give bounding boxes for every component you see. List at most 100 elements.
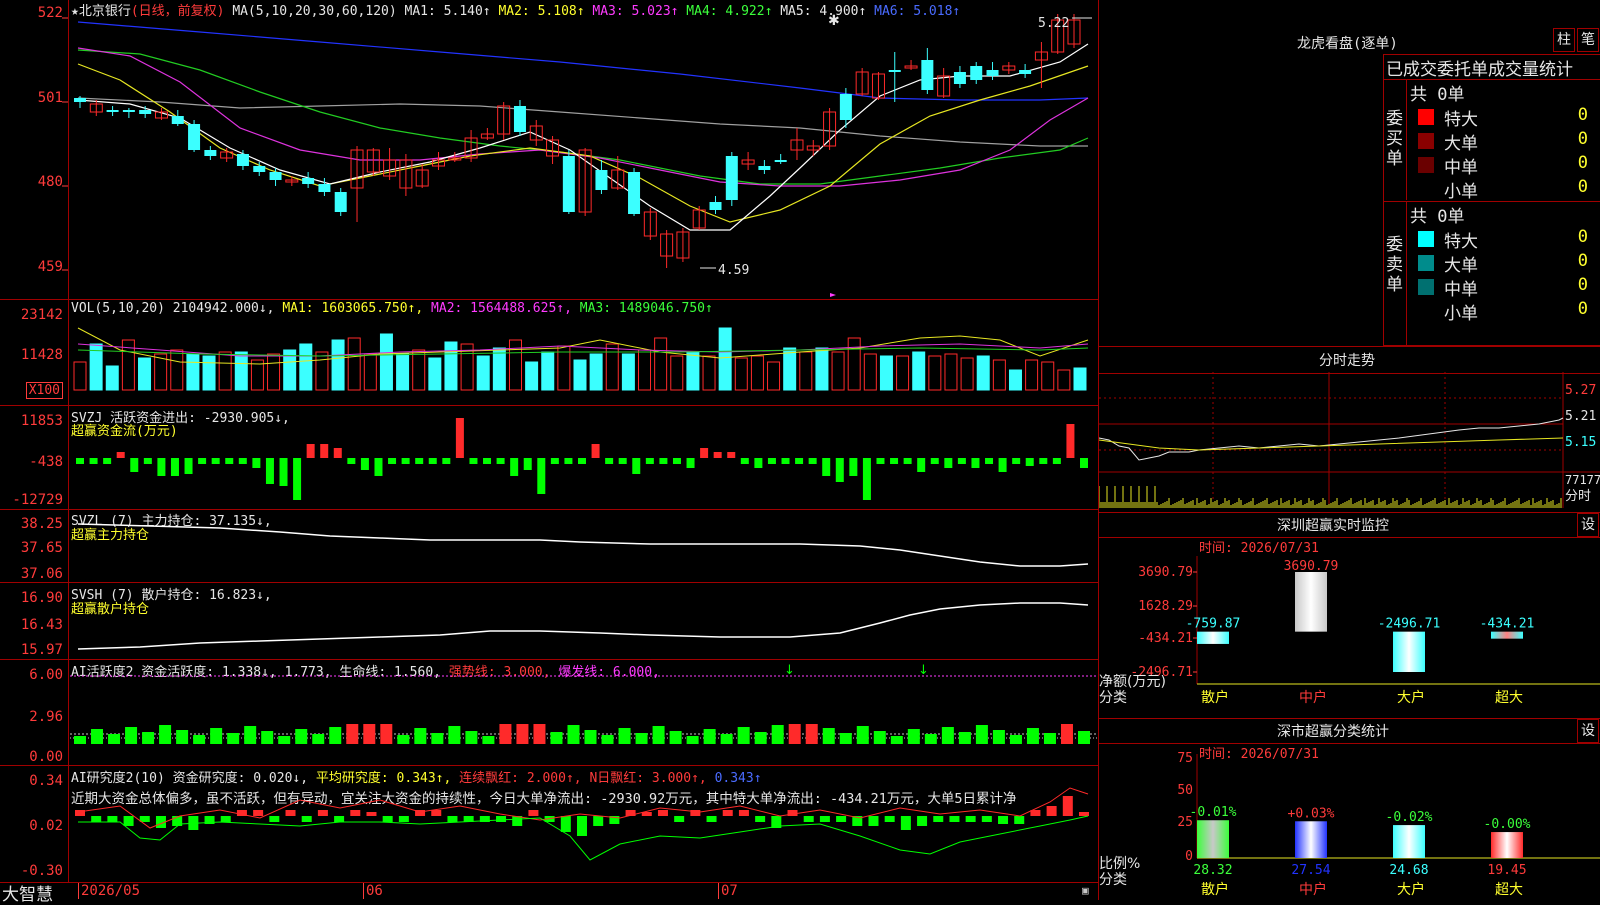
tick-view-button[interactable]: 笔: [1577, 28, 1599, 52]
volume-bar: [767, 361, 781, 391]
activity-bar: [1078, 731, 1090, 744]
ma1-line: [77, 43, 1089, 231]
research-bar: [447, 816, 458, 822]
svzj-bar: [360, 458, 369, 470]
category-name: 中单: [1444, 280, 1478, 300]
volume-bar: [525, 361, 539, 391]
volume-chart[interactable]: [0, 300, 1098, 405]
volume-bar: [347, 337, 361, 391]
volume-bar: [444, 341, 458, 391]
activity-bar: [159, 725, 172, 744]
volume-bar: [1041, 361, 1055, 391]
low-price-mark: 4.59: [718, 263, 749, 278]
svzj-bar: [781, 458, 790, 464]
activity-bar: [312, 734, 325, 744]
candle-body: [986, 70, 999, 76]
svg-text:-434.21: -434.21: [1138, 631, 1193, 646]
activity-bar: [805, 724, 818, 744]
svzj-bar: [578, 458, 586, 464]
svzj-bar: [957, 458, 966, 464]
candlestick-chart[interactable]: 5.22 4.59 ✱: [0, 0, 1098, 300]
ai-active-chart[interactable]: ↓ ↓: [0, 660, 1098, 765]
category-percent: 0%: [1588, 227, 1600, 247]
category-count: 0: [1577, 299, 1588, 319]
research-bar: [528, 810, 539, 816]
main-chart-area[interactable]: ★北京银行(日线，前复权) MA(5,10,20,30,60,120) MA1:…: [0, 0, 1098, 905]
category-percent: 0%: [1588, 299, 1600, 319]
research-bar: [1062, 796, 1073, 816]
volume-bar: [992, 359, 1006, 391]
research-bar: [560, 816, 571, 832]
monitor-bar-chart[interactable]: 3690.79 1628.29 -434.21 -2496.71 -759.87…: [1099, 536, 1600, 716]
buy-orders-label: 委买单: [1386, 109, 1403, 169]
activity-bar: [686, 736, 699, 744]
marker-icon: ✱: [828, 13, 840, 29]
bar-view-button[interactable]: 柱: [1553, 28, 1575, 52]
svzj-bar: [225, 458, 234, 464]
order-category-row: 大单 00%: [1406, 129, 1600, 154]
research-bar: [965, 816, 976, 822]
svzj-bar: [890, 458, 899, 464]
activity-bar: [295, 729, 308, 744]
ai-research-chart[interactable]: [0, 766, 1098, 882]
svzj-bar: [700, 448, 709, 458]
svzj-bar: [672, 458, 681, 464]
activity-bar: [652, 726, 665, 744]
color-swatch: [1418, 231, 1434, 247]
research-bar: [657, 810, 668, 816]
activity-bar: [516, 724, 529, 744]
volume-bar: [944, 353, 958, 391]
svzj-bar: [170, 458, 179, 476]
intraday-tick: 5.21: [1565, 409, 1596, 424]
monitor-title: 深圳超赢实时监控: [1277, 518, 1389, 534]
monitor-settings-button[interactable]: 设: [1577, 513, 1599, 537]
cursor-marker-icon: [830, 293, 836, 297]
volume-bar: [250, 359, 264, 391]
svzj-chart[interactable]: [0, 406, 1098, 510]
research-bar: [496, 816, 507, 822]
stats-change-label: -0.01%: [1190, 805, 1237, 820]
volume-bar: [783, 347, 797, 391]
activity-bar: [890, 736, 903, 744]
intraday-chart[interactable]: 5.27 5.21 5.15 77177 分时: [1099, 372, 1600, 512]
svzj-bar: [727, 452, 736, 458]
candle-body: [122, 110, 135, 112]
research-bar: [868, 816, 879, 826]
candle-body: [253, 166, 266, 172]
volume-bar: [847, 337, 861, 391]
svzj-bar: [1052, 458, 1061, 464]
svzj-bar: [89, 458, 98, 464]
svzj-bar: [605, 458, 614, 464]
volume-bar: [476, 355, 490, 391]
research-bar: [123, 816, 134, 826]
svzj-bar: [835, 458, 844, 482]
stats-bar-chart[interactable]: 75 50 25 0 -0.01%28.32+0.03%27.54-0.02%2…: [1099, 742, 1600, 900]
activity-bar: [465, 731, 478, 744]
svzj-bar: [265, 458, 274, 484]
volume-bar: [218, 351, 232, 391]
activity-bar: [499, 724, 512, 744]
brand-label[interactable]: 大智慧: [2, 880, 53, 905]
svzj-bar: [1012, 458, 1021, 464]
svzl-chart[interactable]: [0, 510, 1098, 582]
activity-bar: [703, 729, 716, 744]
monitor-category-label: 超大: [1495, 690, 1523, 706]
research-bar: [1079, 812, 1089, 816]
volume-bar: [557, 345, 571, 391]
svzj-bar: [971, 458, 980, 468]
svzj-bar: [184, 458, 193, 474]
svzj-bar: [388, 458, 397, 464]
stats-settings-button[interactable]: 设: [1577, 719, 1599, 743]
svzj-bar: [333, 448, 342, 458]
svsh-chart[interactable]: [0, 583, 1098, 659]
research-bar: [398, 816, 409, 822]
volume-bar: [654, 337, 668, 391]
activity-bar: [142, 732, 155, 744]
order-category-row: 特大 00%: [1406, 105, 1600, 130]
candle-body: [562, 156, 575, 212]
stats-bar-value: 28.32: [1193, 863, 1232, 878]
svzj-bar: [591, 444, 600, 458]
monitor-bar-value: -759.87: [1186, 617, 1241, 632]
research-bar: [998, 816, 1009, 824]
activity-bar: [380, 724, 393, 744]
